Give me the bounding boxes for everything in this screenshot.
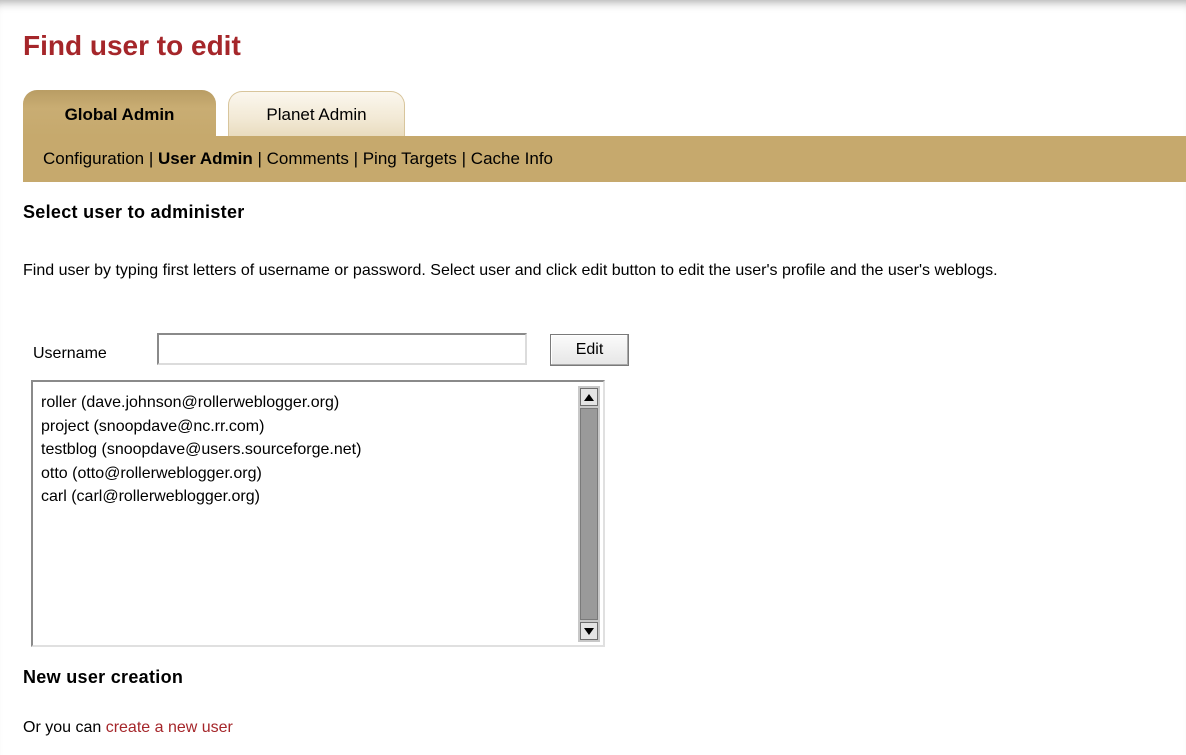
username-label: Username (33, 345, 107, 362)
create-user-prefix: Or you can (23, 719, 106, 736)
select-user-description: Find user by typing first letters of use… (23, 262, 998, 279)
menu-item-user-admin[interactable]: User Admin (158, 149, 253, 169)
user-list-item[interactable]: project (snoopdave@nc.rr.com) (41, 415, 361, 439)
menu-separator: | (252, 149, 267, 168)
menu-item-cache-info[interactable]: Cache Info (471, 149, 553, 169)
menu-item-ping-targets[interactable]: Ping Targets (363, 149, 457, 169)
edit-button[interactable]: Edit (550, 334, 629, 366)
create-new-user-link[interactable]: create a new user (106, 719, 233, 736)
scroll-thumb[interactable] (580, 408, 598, 620)
user-list-item[interactable]: otto (otto@rollerweblogger.org) (41, 462, 361, 486)
user-list-items: roller (dave.johnson@rollerweblogger.org… (41, 391, 361, 509)
list-scrollbar[interactable] (578, 386, 600, 642)
user-list-item[interactable]: carl (carl@rollerweblogger.org) (41, 485, 361, 509)
menu-item-comments[interactable]: Comments (267, 149, 349, 169)
menu-separator: | (348, 149, 363, 168)
menu-separator: | (456, 149, 471, 168)
arrow-up-icon (584, 393, 594, 401)
menu-item-configuration[interactable]: Configuration (43, 149, 144, 169)
page-title: Find user to edit (23, 30, 241, 61)
new-user-heading: New user creation (23, 667, 184, 687)
tab-global-admin[interactable]: Global Admin (23, 90, 216, 136)
user-listbox[interactable]: roller (dave.johnson@rollerweblogger.org… (31, 380, 605, 647)
create-user-line: Or you can create a new user (23, 719, 233, 737)
user-list-item[interactable]: roller (dave.johnson@rollerweblogger.org… (41, 391, 361, 415)
scroll-down-button[interactable] (580, 622, 598, 640)
tab-planet-admin[interactable]: Planet Admin (228, 91, 405, 136)
select-user-heading: Select user to administer (23, 202, 245, 222)
scroll-up-button[interactable] (580, 388, 598, 406)
username-input[interactable] (157, 333, 527, 365)
menu-separator: | (144, 149, 158, 168)
user-list-item[interactable]: testblog (snoopdave@users.sourceforge.ne… (41, 438, 361, 462)
admin-menu-bar: Configuration | User Admin | Comments | … (23, 136, 1186, 182)
arrow-down-icon (584, 627, 594, 635)
